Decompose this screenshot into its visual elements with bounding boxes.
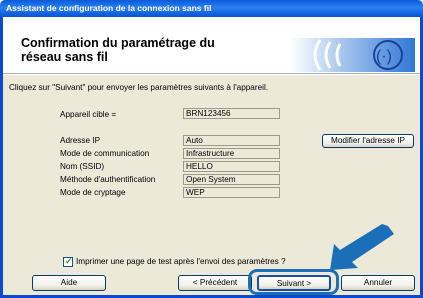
window-title: Assistant de configuration de la connexi… bbox=[6, 3, 212, 13]
window-titlebar: Assistant de configuration de la connexi… bbox=[0, 0, 423, 17]
window-frame bbox=[0, 17, 423, 298]
